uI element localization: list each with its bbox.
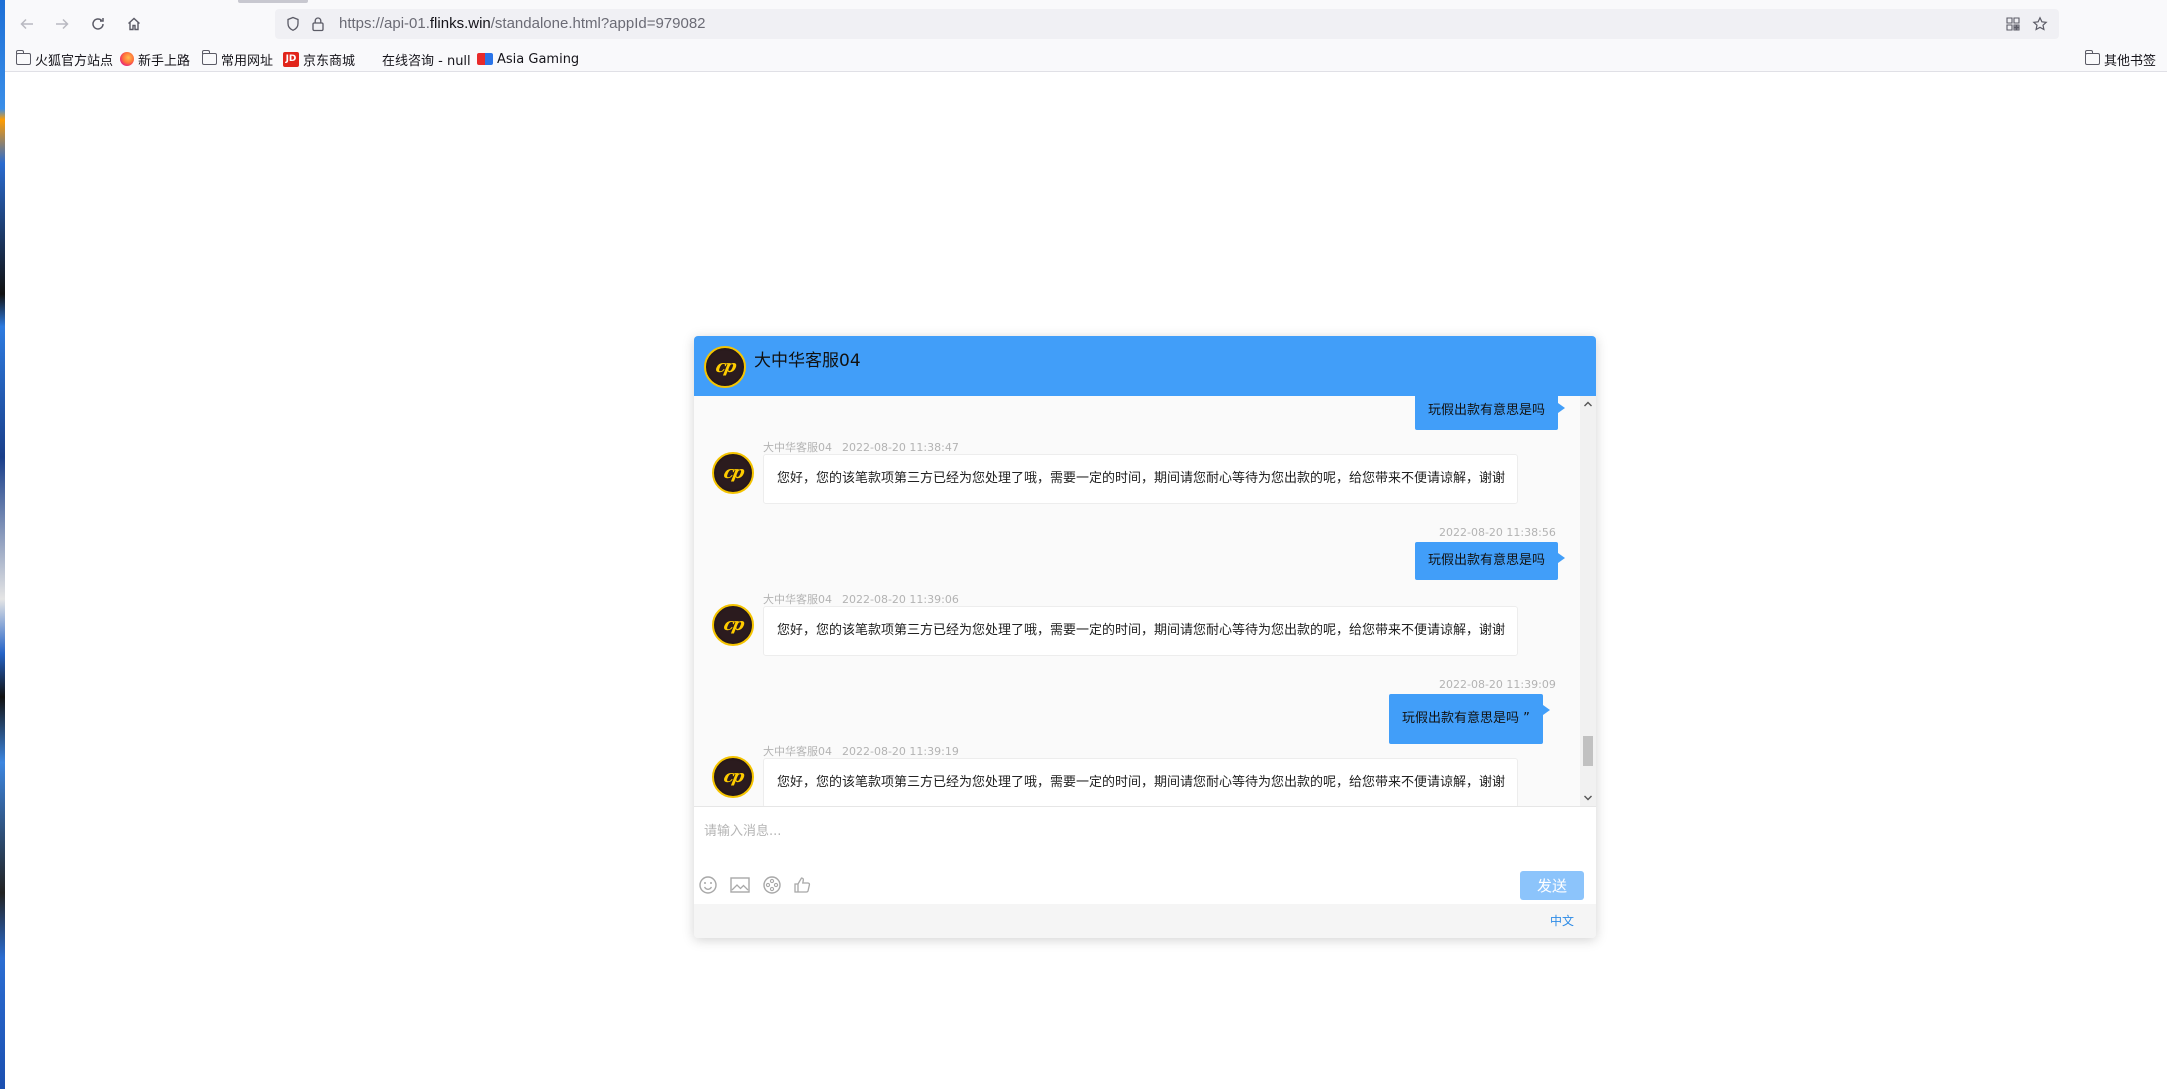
- composer: 发送: [694, 806, 1596, 904]
- message-time: 2022-08-20 11:39:19: [842, 745, 959, 758]
- scroll-down-icon[interactable]: [1582, 792, 1594, 804]
- bookmark-label: 其他书签: [2104, 53, 2157, 69]
- agent-avatar: cp: [712, 452, 754, 494]
- bookmark-item[interactable]: 火狐官方站点: [16, 48, 113, 70]
- folder-icon: [202, 50, 217, 65]
- bookmark-label: 京东商城: [303, 53, 356, 69]
- folder-icon: [2085, 50, 2100, 65]
- asia-gaming-icon: [477, 53, 493, 65]
- logo-mark: cp: [713, 357, 737, 377]
- url-host: flinks.win: [429, 15, 491, 32]
- forward-button[interactable]: [49, 11, 75, 37]
- chat-footer: 中文: [694, 904, 1596, 938]
- logo-mark: cp: [721, 767, 745, 787]
- agent-avatar: cp: [704, 346, 746, 388]
- message-time: 2022-08-20 11:38:47: [842, 441, 959, 454]
- user-message: 玩假出款有意思是吗 ”: [1389, 694, 1550, 744]
- image-icon[interactable]: [728, 873, 752, 897]
- message-time: 2022-08-20 11:39:06: [842, 593, 959, 606]
- emoji-icon[interactable]: [696, 873, 720, 897]
- sender-name: 大中华客服04: [763, 441, 832, 454]
- chat-header: cp 大中华客服04: [694, 336, 1596, 396]
- bookmark-item[interactable]: 在线咨询 - null: [382, 48, 471, 70]
- other-bookmarks[interactable]: 其他书签: [2085, 48, 2156, 70]
- url-bar[interactable]: https://api-01.flinks.win/standalone.htm…: [275, 9, 2059, 39]
- logo-mark: cp: [721, 615, 745, 635]
- jd-icon: JD: [283, 51, 299, 67]
- bookmark-item[interactable]: JD 京东商城: [283, 48, 355, 70]
- browser-toolbar: https://api-01.flinks.win/standalone.htm…: [5, 0, 2167, 72]
- lock-icon[interactable]: [308, 14, 328, 34]
- message-list[interactable]: 玩假出款有意思是吗 cp 大中华客服04 2022-08-20 11:38:47 …: [694, 396, 1596, 806]
- reload-icon: [92, 18, 104, 30]
- arrow-left-icon: [20, 18, 33, 30]
- scroll-thumb[interactable]: [1583, 736, 1593, 766]
- arrow-right-icon: [56, 18, 69, 30]
- message-meta: 大中华客服04 2022-08-20 11:39:06: [763, 591, 959, 607]
- bookmark-label: Asia Gaming: [497, 51, 580, 67]
- bookmark-item[interactable]: 常用网址: [202, 48, 273, 70]
- chat-title: 大中华客服04: [754, 351, 861, 371]
- home-icon: [128, 17, 140, 31]
- message-time: 2022-08-20 11:38:56: [1439, 526, 1556, 539]
- url-text[interactable]: https://api-01.flinks.win/standalone.htm…: [339, 15, 706, 32]
- bookmark-label: 在线咨询 - null: [382, 53, 471, 69]
- scroll-up-icon[interactable]: [1582, 398, 1594, 410]
- user-message: 玩假出款有意思是吗: [1415, 396, 1566, 430]
- folder-icon: [16, 50, 31, 65]
- home-button[interactable]: [121, 11, 147, 37]
- agent-message: 您好，您的该笔款项第三方已经为您处理了哦，需要一定的时间，期间请您耐心等待为您出…: [763, 758, 1518, 806]
- user-message: 玩假出款有意思是吗: [1415, 542, 1566, 580]
- url-path: /standalone.html?appId=979082: [490, 15, 706, 32]
- language-switch[interactable]: 中文: [1550, 912, 1574, 929]
- bookmark-item[interactable]: 新手上路: [120, 48, 190, 70]
- reload-button[interactable]: [85, 11, 111, 37]
- shield-icon[interactable]: [283, 14, 303, 34]
- url-prefix: https://api-01.: [339, 15, 430, 32]
- bookmark-label: 火狐官方站点: [35, 53, 114, 69]
- firefox-icon: [120, 52, 134, 66]
- bookmarks-bar: 火狐官方站点 新手上路 常用网址 JD 京东商城 在线咨询 - null Asia…: [5, 48, 2167, 70]
- thumbs-up-icon[interactable]: [790, 873, 814, 897]
- back-button[interactable]: [14, 11, 40, 37]
- chat-widget: cp 大中华客服04 玩假出款有意思是吗 cp 大中华客服04 2022-08-2…: [694, 336, 1596, 938]
- desktop-edge: [0, 0, 5, 1089]
- tab-indicator: [238, 0, 308, 3]
- agent-avatar: cp: [712, 604, 754, 646]
- qr-code-icon[interactable]: [2003, 14, 2023, 34]
- message-meta: 大中华客服04 2022-08-20 11:38:47: [763, 439, 959, 455]
- sender-name: 大中华客服04: [763, 745, 832, 758]
- message-meta: 大中华客服04 2022-08-20 11:39:19: [763, 743, 959, 759]
- send-button[interactable]: 发送: [1520, 871, 1584, 900]
- film-reel-icon[interactable]: [760, 873, 784, 897]
- bookmark-item[interactable]: Asia Gaming: [477, 48, 579, 70]
- logo-mark: cp: [721, 463, 745, 483]
- message-time: 2022-08-20 11:39:09: [1439, 678, 1556, 691]
- bookmark-label: 新手上路: [138, 53, 191, 69]
- star-icon[interactable]: [2030, 14, 2050, 34]
- sender-name: 大中华客服04: [763, 593, 832, 606]
- agent-message: 您好，您的该笔款项第三方已经为您处理了哦，需要一定的时间，期间请您耐心等待为您出…: [763, 454, 1518, 504]
- agent-avatar: cp: [712, 756, 754, 798]
- message-input[interactable]: [704, 817, 1574, 845]
- message-scrollbar[interactable]: [1580, 396, 1596, 806]
- bookmark-label: 常用网址: [221, 53, 274, 69]
- agent-message: 您好，您的该笔款项第三方已经为您处理了哦，需要一定的时间，期间请您耐心等待为您出…: [763, 606, 1518, 656]
